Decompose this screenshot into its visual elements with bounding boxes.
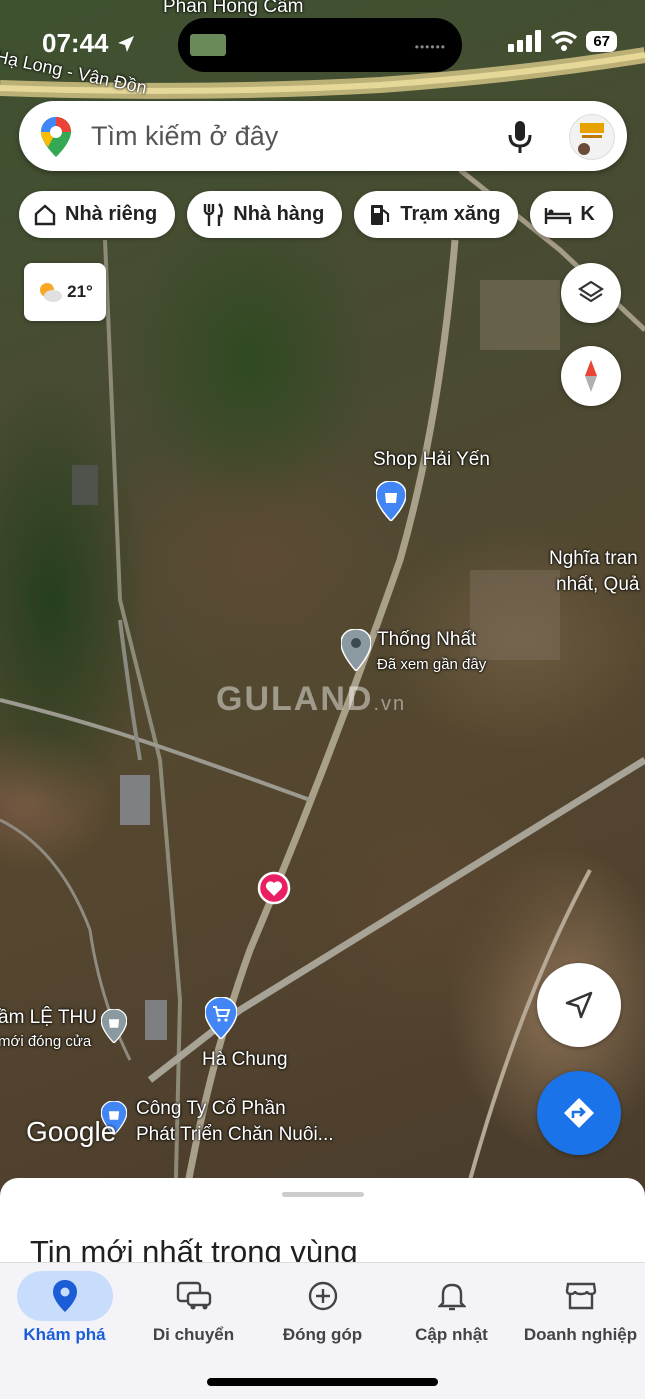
my-location-button[interactable] — [537, 963, 621, 1047]
nav-icon-wrap — [387, 1271, 516, 1321]
search-placeholder[interactable]: Tìm kiếm ở đây — [91, 121, 278, 152]
place-label-le-thu[interactable]: ầm LỆ THU — [0, 1007, 97, 1029]
map-roads — [0, 47, 645, 1220]
bottom-sheet[interactable]: Tin mới nhất trong vùng — [0, 1178, 645, 1268]
profile-logo-icon — [578, 123, 604, 155]
place-sublabel-le-thu: mới đóng cửa — [0, 1033, 92, 1050]
status-indicators: 67 — [508, 30, 617, 52]
chip-label: K — [580, 203, 595, 225]
place-label-shop[interactable]: Shop Hải Yến — [373, 449, 490, 471]
place-label-thong-nhat[interactable]: Thống Nhất — [377, 629, 476, 651]
weather-temp: 21° — [67, 282, 93, 301]
status-bar: 07:44 •••••• 67 — [0, 0, 645, 80]
commute-icon — [176, 1281, 211, 1310]
nav-icon-wrap — [16, 1271, 113, 1321]
nav-tab-commute[interactable]: Di chuyển — [129, 1271, 258, 1345]
chip-label: Nhà riêng — [65, 203, 158, 225]
chip-hotel[interactable]: K — [530, 191, 613, 238]
dynamic-island: •••••• — [178, 18, 462, 72]
nav-label: Khám phá — [23, 1325, 106, 1344]
saved-heart-pin-icon[interactable] — [257, 871, 291, 905]
place-label-cemetery-2[interactable]: nhất, Quả — [556, 574, 639, 596]
restaurant-icon — [204, 202, 224, 226]
waveform-icon: •••••• — [414, 40, 446, 54]
place-label-company-2[interactable]: Phát Triển Chăn Nuôi... — [136, 1124, 334, 1146]
search-bar[interactable]: Tìm kiếm ở đây — [19, 101, 627, 171]
contribute-plus-icon — [308, 1281, 337, 1311]
chip-label: Nhà hàng — [233, 203, 325, 225]
nav-label: Đóng góp — [282, 1325, 363, 1344]
chip-restaurant[interactable]: Nhà hàng — [187, 191, 343, 238]
sheet-drag-handle[interactable] — [282, 1192, 364, 1197]
layers-icon — [577, 280, 605, 303]
weather-badge[interactable]: 21° — [24, 263, 106, 321]
nav-tab-contribute[interactable]: Đóng góp — [258, 1271, 387, 1345]
nav-icon-wrap — [516, 1271, 645, 1321]
chip-home[interactable]: Nhà riêng — [19, 191, 176, 238]
partly-cloudy-icon — [40, 283, 63, 302]
category-chips: Nhà riêng Nhà hàng Trạm xăng K — [19, 191, 613, 238]
gas-station-icon — [371, 204, 390, 225]
nav-icon-wrap — [258, 1271, 387, 1321]
shopping-pin-icon[interactable] — [376, 481, 406, 521]
nav-tab-updates[interactable]: Cập nhật — [387, 1271, 516, 1345]
maps-logo-icon — [41, 117, 71, 157]
microphone-icon[interactable] — [507, 119, 533, 155]
compass-icon — [585, 360, 597, 392]
storefront-icon — [565, 1282, 596, 1310]
signal-icon — [508, 30, 542, 52]
nav-tab-explore[interactable]: Khám phá — [0, 1271, 129, 1345]
wifi-icon — [551, 31, 578, 51]
nav-tab-business[interactable]: Doanh nghiệp — [516, 1271, 645, 1345]
hotel-icon — [545, 207, 572, 224]
map-view[interactable]: Phan Hong Cẩm Hạ Long - Vân Đồn Shop Hải… — [0, 0, 645, 1220]
live-activity-thumbnail — [190, 34, 226, 56]
explore-pin-icon — [52, 1280, 77, 1312]
place-label-company-1[interactable]: Công Ty Cổ Phần — [136, 1098, 286, 1120]
navigation-arrow-icon — [565, 991, 593, 1019]
watermark: GULAND.vn — [216, 680, 407, 718]
place-sublabel-thong-nhat: Đã xem gần đây — [377, 656, 487, 673]
status-time: 07:44 — [42, 28, 136, 59]
nav-label: Di chuyển — [152, 1325, 235, 1344]
chip-gas-station[interactable]: Trạm xăng — [354, 191, 519, 238]
recent-place-pin-icon[interactable] — [341, 629, 371, 671]
account-avatar[interactable] — [569, 114, 615, 160]
nav-label: Cập nhật — [415, 1325, 488, 1344]
directions-icon — [564, 1098, 594, 1128]
battery-level: 67 — [586, 30, 617, 52]
home-indicator[interactable] — [207, 1378, 438, 1386]
bell-icon — [437, 1283, 466, 1311]
layers-button[interactable] — [561, 263, 621, 323]
directions-button[interactable] — [537, 1071, 621, 1155]
place-label-cemetery-1[interactable]: Nghĩa tran — [549, 548, 638, 570]
chip-label: Trạm xăng — [400, 203, 501, 225]
location-arrow-icon — [117, 36, 134, 52]
shop-pin-icon[interactable] — [101, 1009, 127, 1043]
nav-icon-wrap — [129, 1271, 258, 1321]
place-label-ha-chung[interactable]: Hà Chung — [202, 1049, 288, 1071]
google-attribution: Google — [26, 1116, 117, 1147]
grocery-pin-icon[interactable] — [205, 997, 237, 1039]
compass-button[interactable] — [561, 346, 621, 406]
nav-label: Doanh nghiệp — [523, 1325, 638, 1344]
home-icon — [34, 203, 56, 225]
